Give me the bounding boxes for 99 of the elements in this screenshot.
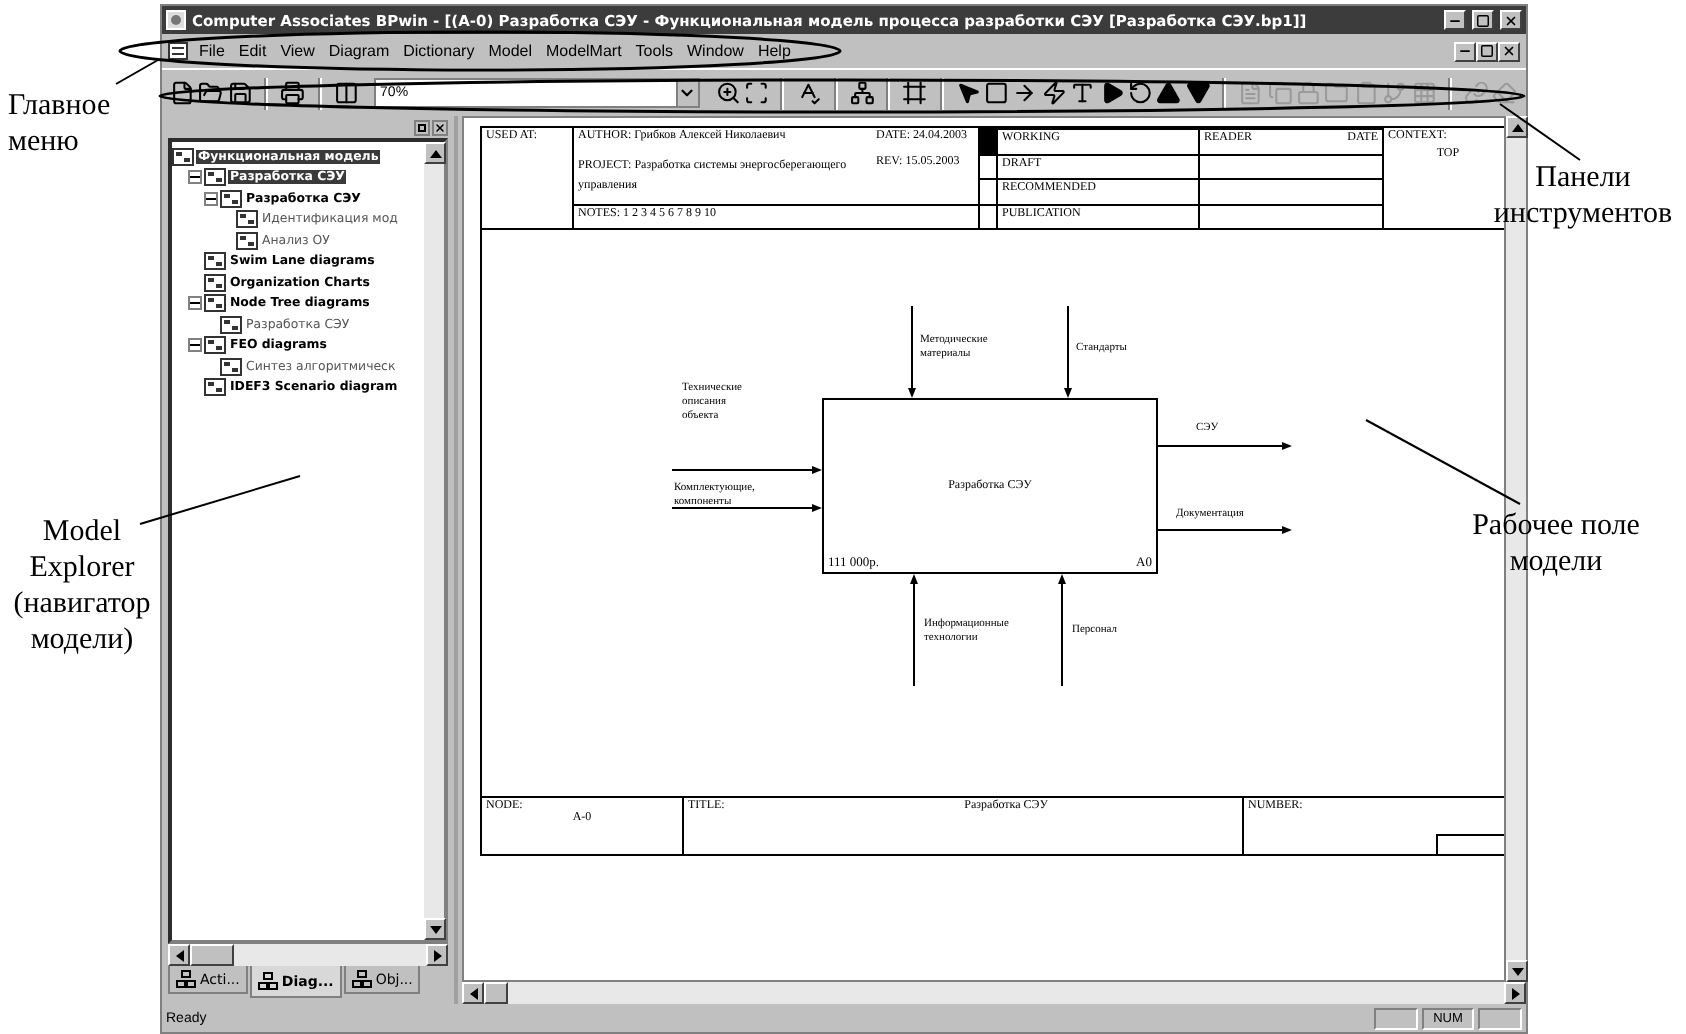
restore-icon [418, 124, 426, 132]
tab-icon [257, 972, 278, 990]
leader-line [1499, 103, 1581, 161]
leader-line [115, 59, 159, 85]
scroll-right-button[interactable] [1504, 982, 1526, 1004]
menu-item[interactable]: View [273, 42, 322, 60]
diagram-icon [220, 189, 242, 208]
triangle-down-icon [1509, 965, 1525, 977]
status-panel [1478, 1007, 1522, 1029]
close-icon [1502, 44, 1516, 58]
scan-icon[interactable] [743, 80, 769, 106]
diagram-icon [204, 294, 226, 313]
triangle-up-icon [1509, 121, 1525, 133]
scroll-right-button[interactable] [426, 944, 448, 966]
callout-text: Model Explorer (навигатор модели) [11, 514, 153, 658]
printer-icon[interactable] [280, 80, 306, 106]
menu-item[interactable]: Window [679, 42, 751, 60]
maximize-icon [1480, 44, 1494, 58]
square-icon[interactable] [983, 80, 1009, 106]
arrow [1157, 442, 1292, 450]
diagram-icon [204, 252, 226, 271]
arrow [910, 574, 918, 687]
panel-close-button[interactable] [432, 120, 448, 136]
frame-icon[interactable] [902, 80, 928, 106]
tab-icon [176, 970, 196, 988]
maximize-button[interactable] [1472, 10, 1494, 30]
triangle-down-icon[interactable] [1185, 80, 1211, 106]
diagram-icon [220, 315, 242, 334]
arrow [908, 305, 916, 398]
close-button[interactable] [1498, 41, 1520, 61]
menu-item[interactable]: Edit [231, 42, 274, 60]
diagram-icon [204, 273, 226, 292]
diagram-icon [204, 336, 226, 355]
menu-item[interactable]: Model [481, 42, 539, 60]
status-panel [1374, 1007, 1418, 1029]
panel-restore-button[interactable] [414, 120, 430, 136]
maximize-button[interactable] [1476, 41, 1498, 61]
rotate-icon[interactable] [1127, 80, 1153, 106]
diagram-icon [204, 168, 226, 187]
callout-text: Рабочее поле модели [1470, 508, 1642, 580]
maximize-icon [1476, 13, 1490, 27]
callout-text: Панели инструментов [1491, 160, 1675, 232]
horizontal-scrollbar[interactable] [462, 982, 1526, 1004]
triangle-left-icon [173, 947, 185, 963]
minimize-button[interactable] [1454, 41, 1476, 61]
arrow [1064, 305, 1072, 398]
scroll-thumb[interactable] [484, 982, 508, 1004]
menu-item[interactable]: Help [750, 42, 798, 60]
triangle-down-icon [427, 923, 443, 935]
scroll-left-button[interactable] [168, 944, 190, 966]
horizontal-scrollbar[interactable] [168, 944, 448, 966]
scroll-up-button[interactable] [1506, 116, 1528, 138]
vertical-scrollbar[interactable] [424, 142, 444, 940]
menu-item[interactable]: File [192, 42, 232, 60]
triangle-right-icon [431, 947, 443, 963]
triangle-up-icon [427, 147, 443, 159]
minimize-button[interactable] [1444, 10, 1466, 30]
menu-item[interactable]: Tools [628, 42, 680, 60]
diagram-icon [204, 378, 226, 397]
document-icon [168, 42, 188, 60]
menu-item[interactable]: Diagram [321, 42, 397, 60]
file-icon[interactable] [170, 80, 195, 106]
minimize-icon [1458, 44, 1472, 58]
callout-text: Главное меню [8, 88, 113, 160]
arrow [1157, 526, 1292, 534]
arrow-right-icon[interactable] [1012, 80, 1038, 106]
lightning-icon[interactable] [1041, 80, 1067, 106]
collapse-toggle[interactable] [204, 191, 218, 206]
text-tool-icon[interactable] [1070, 80, 1096, 106]
triangle-up-icon[interactable] [1156, 80, 1182, 106]
triangle-right-icon [1509, 985, 1521, 1001]
arrow [1058, 574, 1066, 687]
scroll-thumb[interactable] [190, 944, 234, 966]
folder-open-icon[interactable] [198, 80, 224, 106]
spellcheck-icon[interactable] [796, 80, 822, 106]
pointer-icon[interactable] [955, 80, 980, 106]
menu-item[interactable]: Dictionary [396, 42, 482, 60]
app-icon [166, 10, 186, 30]
collapse-toggle[interactable] [188, 338, 202, 353]
scroll-down-button[interactable] [1506, 960, 1528, 982]
close-icon [434, 122, 446, 134]
caret-icon [678, 84, 697, 102]
columns-icon[interactable] [333, 80, 359, 106]
zoom-in-icon[interactable] [715, 80, 740, 106]
scroll-up-button[interactable] [424, 142, 446, 164]
scroll-left-button[interactable] [462, 982, 484, 1004]
diagram-icon [236, 210, 258, 229]
play-icon[interactable] [1099, 80, 1124, 106]
collapse-toggle[interactable] [188, 296, 202, 311]
triangle-left-icon [467, 985, 479, 1001]
tab-icon [351, 970, 372, 988]
diagram-icon [236, 231, 258, 250]
scroll-down-button[interactable] [424, 918, 446, 940]
close-button[interactable] [1500, 10, 1522, 30]
network-icon[interactable] [849, 80, 875, 106]
diagram-icon [220, 357, 242, 376]
menu-item[interactable]: ModelMart [539, 42, 629, 60]
close-icon [1504, 13, 1518, 27]
collapse-toggle[interactable] [188, 170, 202, 185]
